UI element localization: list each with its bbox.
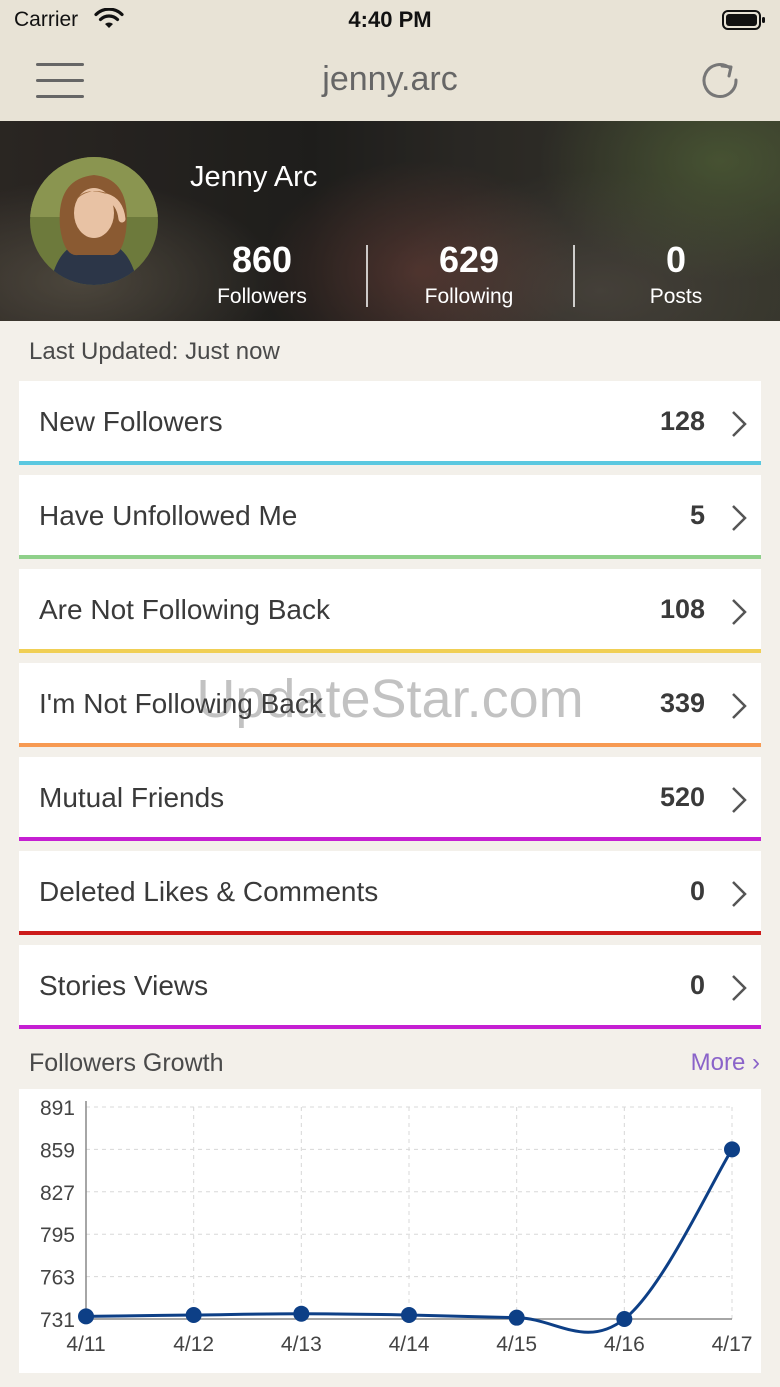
y-tick-label: 795 — [40, 1224, 75, 1247]
y-tick-label: 827 — [40, 1182, 75, 1205]
row-deleted-likes-comments[interactable]: Deleted Likes & Comments 0 — [19, 851, 761, 935]
x-tick-label: 4/12 — [173, 1333, 214, 1356]
chart-canvas: 891 859 827 795 763 7314/11 4/12 4/13 4/14 4/15 4/… — [40, 1097, 753, 1356]
chevron-right-icon — [732, 693, 747, 719]
y-tick-label: 731 — [40, 1309, 75, 1332]
data-point — [616, 1311, 633, 1327]
stat-label: Followers — [217, 285, 307, 308]
row-not-following-back[interactable]: Are Not Following Back 108 — [19, 569, 761, 653]
page-title: jenny.arc — [322, 60, 458, 98]
stat-posts[interactable]: 0 Posts — [576, 239, 776, 309]
status-bar: Carrier 4:40 PM — [0, 0, 780, 40]
chevron-right-icon — [732, 975, 747, 1001]
row-label: Have Unfollowed Me — [39, 500, 298, 531]
row-label: Are Not Following Back — [39, 594, 331, 625]
stat-value: 0 — [665, 239, 687, 280]
chevron-right-icon — [732, 787, 747, 813]
x-tick-label: 4/14 — [389, 1333, 430, 1356]
row-count: 108 — [659, 594, 705, 624]
row-count: 0 — [689, 876, 705, 906]
battery-icon — [722, 10, 765, 30]
row-label: Stories Views — [39, 970, 209, 1001]
row-count: 5 — [689, 500, 705, 530]
row-count: 339 — [659, 688, 705, 718]
stat-label: Following — [424, 285, 514, 308]
stat-label: Posts — [649, 285, 703, 308]
data-point — [508, 1309, 525, 1326]
data-point — [724, 1141, 740, 1158]
y-tick-label: 859 — [40, 1139, 75, 1162]
x-tick-label: 4/15 — [496, 1333, 537, 1356]
stat-value: 860 — [231, 239, 293, 280]
row-count: 520 — [659, 782, 705, 812]
refresh-icon[interactable] — [698, 58, 742, 102]
data-point — [78, 1308, 94, 1325]
chevron-right-icon — [732, 505, 747, 531]
divider — [573, 245, 575, 307]
row-label: New Followers — [39, 406, 223, 437]
stat-followers[interactable]: 860 Followers — [162, 239, 362, 309]
row-count: 0 — [689, 970, 705, 1000]
more-link[interactable]: More › — [691, 1049, 760, 1077]
data-point — [293, 1305, 310, 1322]
followers-growth-title: Followers Growth — [29, 1049, 224, 1077]
data-point — [185, 1307, 202, 1324]
y-tick-label: 763 — [40, 1267, 75, 1290]
chevron-right-icon — [732, 599, 747, 625]
profile-header: Jenny Arc 860 Followers 629 Following 0 … — [0, 121, 780, 321]
series-line — [85, 1148, 734, 1334]
data-point — [401, 1307, 417, 1324]
divider — [366, 245, 368, 307]
nav-bar: jenny.arc — [0, 40, 780, 121]
row-mutual-friends[interactable]: Mutual Friends 520 — [19, 757, 761, 841]
x-tick-label: 4/11 — [66, 1333, 105, 1356]
profile-name: Jenny Arc — [190, 161, 318, 193]
row-label: Mutual Friends — [39, 782, 225, 813]
row-have-unfollowed-me[interactable]: Have Unfollowed Me 5 — [19, 475, 761, 559]
avatar — [30, 157, 158, 285]
chevron-right-icon — [732, 411, 747, 437]
last-updated-label: Last Updated: Just now — [29, 338, 280, 365]
row-count: 128 — [659, 406, 705, 436]
row-stories-views[interactable]: Stories Views 0 — [19, 945, 761, 1029]
row-label: I'm Not Following Back — [39, 688, 323, 719]
followers-growth-chart: 891 859 827 795 763 731 4/11 4/12 4/13 4/14 4/15 4/… — [19, 1089, 761, 1373]
clock: 4:40 PM — [348, 7, 432, 32]
x-tick-label: 4/13 — [281, 1333, 322, 1356]
x-tick-label: 4/17 — [712, 1333, 753, 1356]
x-tick-label: 4/16 — [604, 1333, 645, 1356]
y-tick-label: 891 — [40, 1097, 75, 1120]
row-im-not-following-back[interactable]: I'm Not Following Back 339 — [19, 663, 761, 747]
stat-value: 629 — [438, 239, 500, 280]
stat-following[interactable]: 629 Following — [369, 239, 569, 309]
chevron-right-icon — [732, 881, 747, 907]
row-label: Deleted Likes & Comments — [39, 876, 379, 907]
row-new-followers[interactable]: New Followers 128 — [19, 381, 761, 465]
